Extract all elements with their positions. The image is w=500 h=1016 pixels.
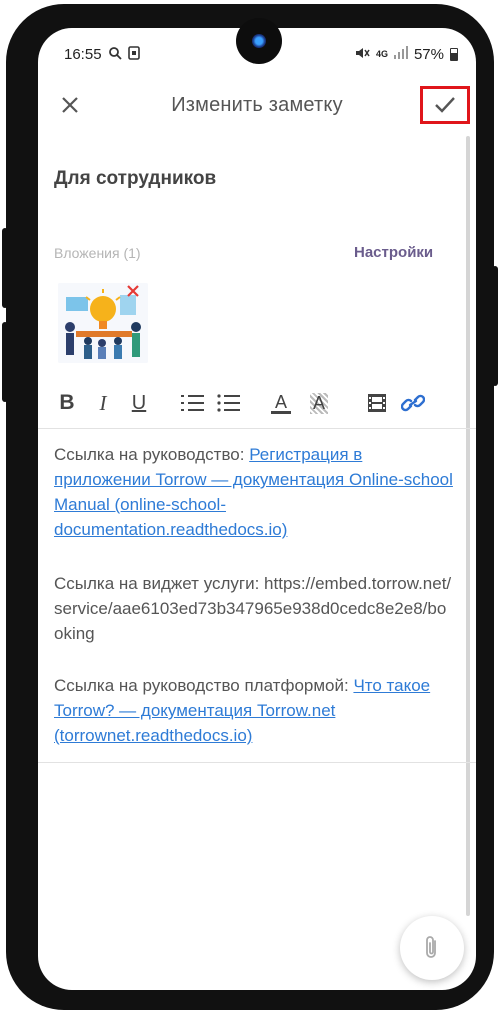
bullet-list-icon xyxy=(217,394,240,412)
italic-icon: I xyxy=(99,390,107,415)
video-button[interactable] xyxy=(364,390,390,416)
settings-link[interactable]: Настройки xyxy=(354,244,433,261)
formatting-toolbar: B I U A A xyxy=(54,390,434,416)
note-title[interactable]: Для сотрудников xyxy=(54,168,216,190)
network-type: 4G xyxy=(375,48,388,59)
highlight-icon: A xyxy=(309,392,328,414)
content-paragraph-1[interactable]: Ссылка на руководство: Регистрация в при… xyxy=(54,442,454,542)
page-title: Изменить заметку xyxy=(171,94,343,116)
bold-button[interactable]: B xyxy=(54,390,80,416)
front-camera xyxy=(236,18,282,64)
app-bar: Изменить заметку xyxy=(38,80,476,132)
battery-percent: 57% xyxy=(413,45,444,63)
attachments-label: Вложения (1) xyxy=(54,245,141,261)
side-button-left-bottom xyxy=(2,322,8,402)
bullet-list-button[interactable] xyxy=(216,390,242,416)
link-button[interactable] xyxy=(400,390,426,416)
close-icon xyxy=(127,285,139,297)
text-color-bar xyxy=(271,410,291,414)
text-color-icon: A xyxy=(274,391,287,412)
numbered-list-icon xyxy=(181,395,204,411)
underline-button[interactable]: U xyxy=(126,390,152,416)
underline-icon: U xyxy=(131,391,147,414)
signal-icon xyxy=(393,46,408,62)
paperclip-icon xyxy=(426,936,436,958)
scrollbar[interactable] xyxy=(466,136,470,916)
paragraph-3-text: Ссылка на руководство платформой: xyxy=(54,676,354,695)
status-time: 16:55 xyxy=(64,45,102,63)
screenshot-icon xyxy=(127,45,140,63)
screen: 16:55 4G 57% Изменить заметку Для сотруд… xyxy=(38,28,476,990)
bold-icon: B xyxy=(59,391,75,414)
paragraph-1-text: Ссылка на руководство: xyxy=(54,445,250,464)
phone-frame: 16:55 4G 57% Изменить заметку Для сотруд… xyxy=(2,4,498,1010)
search-icon xyxy=(108,46,122,63)
attach-file-button[interactable] xyxy=(400,916,464,980)
mute-icon xyxy=(354,46,370,63)
side-button-right xyxy=(492,266,498,386)
check-icon xyxy=(435,97,455,113)
numbered-list-button[interactable] xyxy=(180,390,206,416)
battery-icon xyxy=(450,47,458,61)
toolbar-divider xyxy=(38,428,476,429)
highlight-button[interactable]: A xyxy=(306,390,332,416)
save-button[interactable] xyxy=(420,86,470,124)
remove-attachment-button[interactable] xyxy=(125,283,141,299)
side-button-left-top xyxy=(2,228,8,308)
content-paragraph-2[interactable]: Ссылка на виджет услуги: https://embed.t… xyxy=(54,571,454,646)
video-icon xyxy=(368,394,386,412)
paragraph-2-text: Ссылка на виджет услуги: https://embed.t… xyxy=(54,574,452,643)
content-divider xyxy=(38,762,476,763)
italic-button[interactable]: I xyxy=(90,390,116,416)
link-icon xyxy=(401,394,425,412)
text-color-button[interactable]: A xyxy=(268,390,294,416)
content-paragraph-3[interactable]: Ссылка на руководство платформой: Что та… xyxy=(54,673,454,748)
